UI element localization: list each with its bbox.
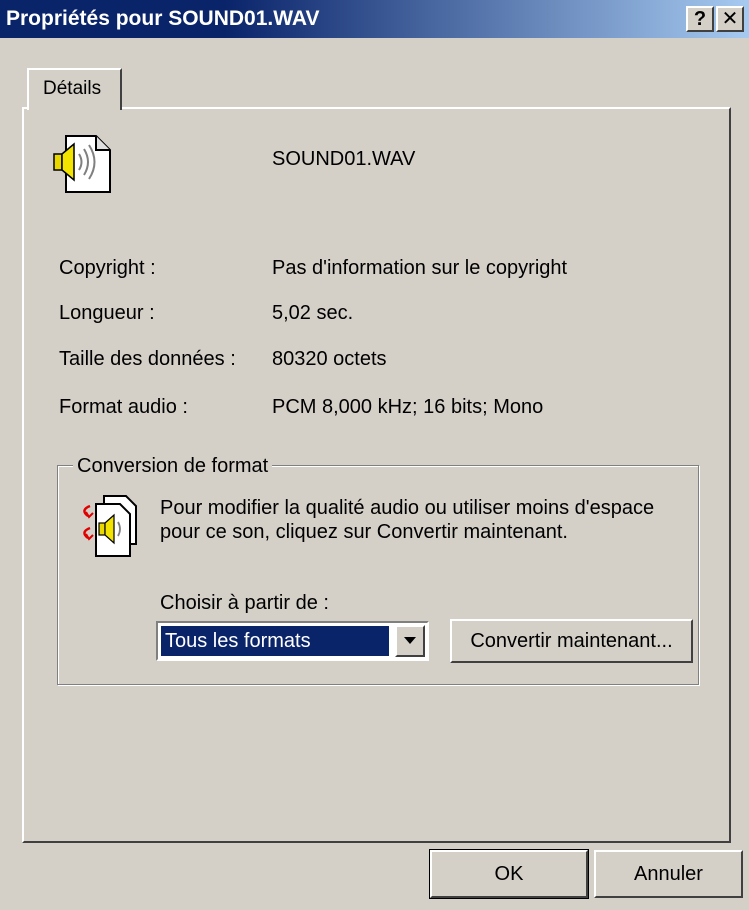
title-bar[interactable]: Propriétés pour SOUND01.WAV ? ✕ xyxy=(0,0,749,38)
wav-sound-file-icon xyxy=(53,135,111,193)
tab-details[interactable]: Détails xyxy=(27,68,122,110)
format-conversion-legend: Conversion de format xyxy=(73,455,273,478)
data-size-value: 80320 octets xyxy=(272,348,387,370)
audio-format-label: Format audio : xyxy=(59,396,188,418)
file-name: SOUND01.WAV xyxy=(272,148,416,170)
choose-from-label: Choisir à partir de : xyxy=(160,592,329,614)
length-label: Longueur : xyxy=(59,302,155,324)
window-title: Propriétés pour SOUND01.WAV xyxy=(6,7,320,30)
format-select[interactable]: Tous les formats xyxy=(156,621,429,661)
close-button[interactable]: ✕ xyxy=(716,6,744,32)
convert-now-button[interactable]: Convertir maintenant... xyxy=(450,619,693,663)
ok-button[interactable]: OK xyxy=(429,849,589,899)
tab-details-label: Détails xyxy=(43,78,102,99)
length-value: 5,02 sec. xyxy=(272,302,354,324)
data-size-label: Taille des données : xyxy=(59,348,236,370)
format-select-value: Tous les formats xyxy=(161,626,389,656)
audio-format-value: PCM 8,000 kHz; 16 bits; Mono xyxy=(272,396,544,418)
convert-sound-icon xyxy=(83,495,137,557)
conversion-description: Pour modifier la qualité audio ou utilis… xyxy=(160,497,655,543)
copyright-label: Copyright : xyxy=(59,257,156,279)
copyright-value: Pas d'information sur le copyright xyxy=(272,257,568,279)
help-button[interactable]: ? xyxy=(686,6,714,32)
chevron-down-icon[interactable] xyxy=(395,625,425,657)
cancel-button[interactable]: Annuler xyxy=(594,850,743,898)
